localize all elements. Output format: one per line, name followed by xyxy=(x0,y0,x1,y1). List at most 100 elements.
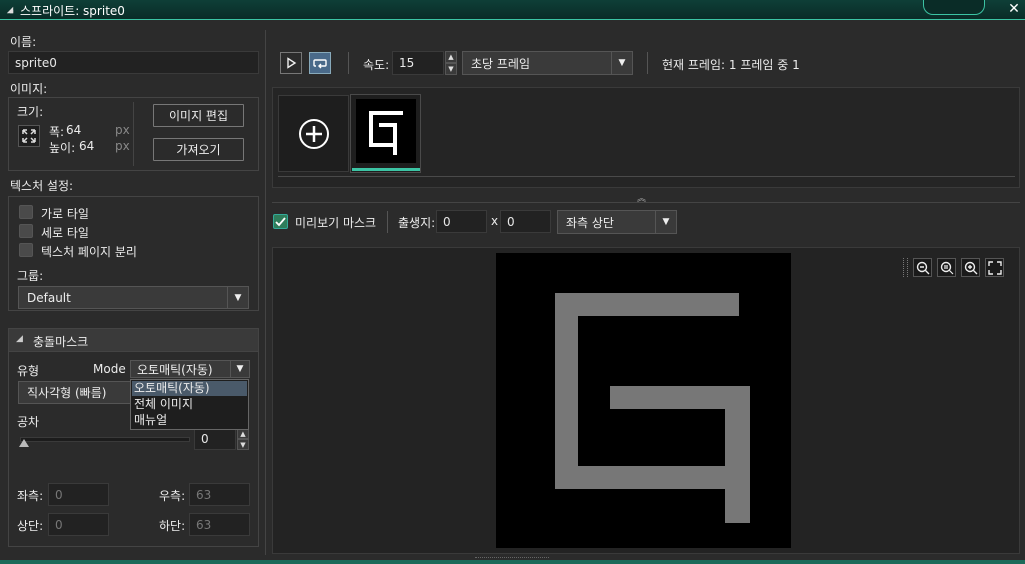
collision-mask-header[interactable]: ◢ 충돌마스크 xyxy=(9,329,258,352)
tolerance-input[interactable]: 0 xyxy=(194,428,236,450)
speed-label: 속도: xyxy=(363,58,390,72)
top-input[interactable]: 0 xyxy=(48,513,109,536)
divider xyxy=(348,52,349,74)
frame-thumbnail-image xyxy=(356,99,416,163)
name-label: 이름: xyxy=(10,35,37,49)
image-frame: 크기: 폭: 64 px 높이: 64 px 이미지 편집 가져오기 xyxy=(8,97,259,171)
drag-handle[interactable] xyxy=(903,258,908,277)
height-unit: px xyxy=(115,139,130,153)
right-input[interactable]: 63 xyxy=(189,483,250,506)
group-value: Default xyxy=(27,290,71,305)
tolerance-slider-handle[interactable] xyxy=(19,439,29,447)
left-input[interactable]: 0 xyxy=(48,483,109,506)
height-label: 높이: xyxy=(49,141,76,155)
frame-selected-indicator xyxy=(352,168,420,171)
current-frame-readout: 현재 프레임: 1 프레임 중 1 xyxy=(662,58,800,72)
zoom-reset-icon[interactable] xyxy=(937,258,956,277)
titlebar-notch xyxy=(923,0,985,15)
width-label: 폭: xyxy=(49,125,65,139)
playback-toolbar: 속도: 15 ▲ ▼ 초당 프레임 ▼ 현재 프레임: 1 프레임 중 1 xyxy=(272,46,1020,78)
chevron-down-icon[interactable]: ▼ xyxy=(655,211,676,233)
sprite-preview-image xyxy=(555,293,750,523)
tile-vertical-label: 세로 타일 xyxy=(41,226,89,240)
tolerance-slider-track[interactable] xyxy=(20,437,190,442)
window-title: 스프라이트: sprite0 xyxy=(20,4,125,18)
origin-y-input[interactable]: 0 xyxy=(500,210,551,233)
divider xyxy=(387,211,388,233)
sprite-canvas-area xyxy=(272,247,1020,554)
image-label: 이미지: xyxy=(10,82,48,96)
sprite-canvas[interactable] xyxy=(496,253,791,548)
window-titlebar: 스프라이트: sprite0 ✕ xyxy=(0,0,1025,20)
tolerance-label: 공차 xyxy=(17,415,40,429)
name-input[interactable]: sprite0 xyxy=(8,51,259,74)
group-select[interactable]: Default ▼ xyxy=(18,286,249,309)
speed-unit-select[interactable]: 초당 프레임 ▼ xyxy=(462,51,633,75)
size-label: 크기: xyxy=(17,105,44,119)
chevron-down-icon[interactable]: ▼ xyxy=(230,361,249,377)
origin-preset-value: 좌측 상단 xyxy=(566,215,614,230)
mode-select[interactable]: 오토매틱(자동) ▼ xyxy=(130,360,250,378)
mode-value: 오토매틱(자동) xyxy=(137,362,213,377)
width-unit: px xyxy=(115,123,130,137)
shape-value: 직사각형 (빠름) xyxy=(27,386,107,400)
collapse-icon[interactable]: ◢ xyxy=(16,334,23,344)
chevron-down-icon[interactable]: ▼ xyxy=(611,52,632,74)
bottom-input[interactable]: 63 xyxy=(189,513,250,536)
collision-mask-title: 충돌마스크 xyxy=(33,335,89,349)
add-icon xyxy=(298,118,329,149)
divider xyxy=(272,202,1020,203)
edit-image-button[interactable]: 이미지 편집 xyxy=(153,104,244,127)
speed-unit-value: 초당 프레임 xyxy=(471,56,531,71)
play-button[interactable] xyxy=(280,52,302,74)
mode-option[interactable]: 오토매틱(자동) xyxy=(132,381,247,396)
mode-label: Mode xyxy=(93,362,126,376)
add-frame-button[interactable] xyxy=(278,95,349,172)
play-icon xyxy=(287,57,297,69)
preview-mask-checkbox[interactable] xyxy=(273,214,288,229)
loop-icon xyxy=(313,59,327,69)
stepper-down-icon[interactable]: ▼ xyxy=(445,63,457,75)
right-label: 우측: xyxy=(159,489,186,503)
resize-icon[interactable] xyxy=(18,125,40,147)
collision-mask-frame: ◢ 충돌마스크 유형 Mode 오토매틱(자동) ▼ 직사각형 (빠름) 공차 … xyxy=(8,328,259,547)
top-label: 상단: xyxy=(17,519,44,533)
origin-label: 출생지: xyxy=(398,216,436,230)
separate-texture-page-label: 텍스처 페이지 분리 xyxy=(41,245,137,259)
close-icon[interactable]: ✕ xyxy=(1003,0,1025,19)
preview-mask-label: 미리보기 마스크 xyxy=(295,216,377,230)
tile-vertical-checkbox[interactable] xyxy=(19,224,33,238)
bottom-accent-bar xyxy=(0,560,1025,564)
collapse-icon[interactable] xyxy=(6,6,14,14)
origin-preset-select[interactable]: 좌측 상단 ▼ xyxy=(557,210,677,234)
import-button[interactable]: 가져오기 xyxy=(153,138,244,161)
origin-x-input[interactable]: 0 xyxy=(436,210,487,233)
group-label: 그룹: xyxy=(17,269,44,283)
mode-option[interactable]: 전체 이미지 xyxy=(132,397,247,412)
width-value: 64 xyxy=(66,123,82,137)
divider xyxy=(647,52,648,74)
fit-to-screen-icon[interactable] xyxy=(985,258,1004,277)
tile-horizontal-checkbox[interactable] xyxy=(19,205,33,219)
tile-horizontal-label: 가로 타일 xyxy=(41,207,89,221)
stepper-down-icon[interactable]: ▼ xyxy=(237,439,249,450)
mode-dropdown-list: 오토매틱(자동) 전체 이미지 매뉴얼 xyxy=(130,379,249,430)
divider xyxy=(133,102,134,166)
texture-settings-frame: 가로 타일 세로 타일 텍스처 페이지 분리 그룹: Default ▼ xyxy=(8,196,259,311)
frame-thumbnail[interactable] xyxy=(350,94,421,173)
chevron-down-icon[interactable]: ▼ xyxy=(227,287,248,308)
texture-settings-label: 텍스처 설정: xyxy=(10,179,74,193)
panel-divider xyxy=(265,30,266,555)
speed-input[interactable]: 15 xyxy=(392,51,444,75)
resize-grip[interactable] xyxy=(475,557,549,560)
separate-texture-page-checkbox[interactable] xyxy=(19,243,33,257)
stepper-up-icon[interactable]: ▲ xyxy=(445,51,457,63)
height-value: 64 xyxy=(79,139,95,153)
zoom-in-icon[interactable] xyxy=(961,258,980,277)
left-label: 좌측: xyxy=(17,489,44,503)
zoom-out-icon[interactable] xyxy=(913,258,932,277)
mode-option[interactable]: 매뉴얼 xyxy=(132,413,247,428)
loop-button[interactable] xyxy=(309,52,331,74)
bottom-label: 하단: xyxy=(159,519,186,533)
frame-strip-ruler xyxy=(278,176,1015,177)
